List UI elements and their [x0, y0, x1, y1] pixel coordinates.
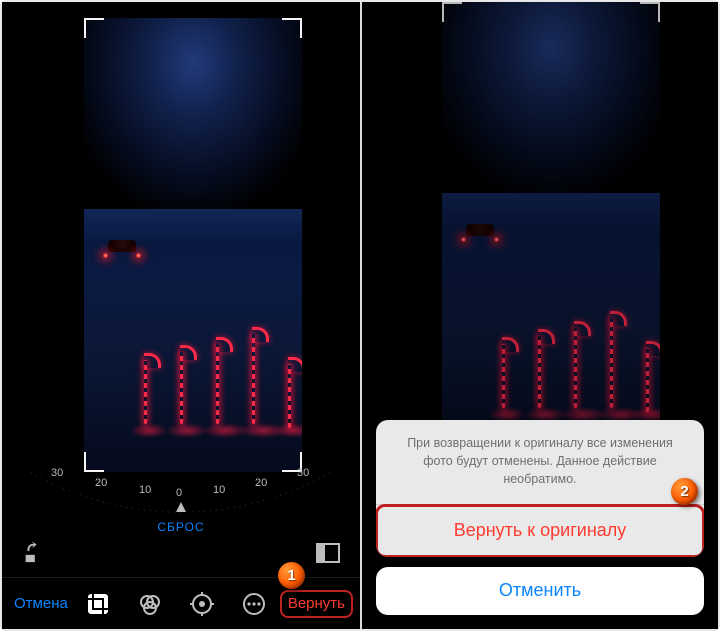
revert-to-original-button[interactable]: Вернуть к оригиналу: [378, 507, 702, 555]
rotate-icon[interactable]: [22, 542, 44, 564]
more-tool-button[interactable]: [228, 578, 280, 629]
annotation-callout-1: 1: [278, 562, 305, 589]
photo-editor-crop-screen: 30 20 10 0 10 20 30 СБРОС Отмена: [2, 2, 360, 629]
straighten-dial[interactable]: 30 20 10 0 10 20 30: [2, 462, 360, 528]
action-sheet-cancel-button[interactable]: Отменить: [376, 567, 704, 615]
done-button[interactable]: Вернуть: [280, 590, 353, 618]
aspect-icon[interactable]: [316, 542, 340, 564]
revert-action-sheet-screen: При возвращении к оригиналу все изменени…: [360, 2, 718, 629]
cancel-button[interactable]: Отмена: [12, 595, 72, 612]
action-sheet: При возвращении к оригиналу все изменени…: [376, 420, 704, 615]
dial-tick-label: 0: [176, 487, 182, 499]
editor-toolbar: Отмена Вернуть: [2, 577, 360, 629]
reset-button[interactable]: СБРОС: [157, 520, 204, 534]
crop-handle-top-left[interactable]: [84, 18, 104, 38]
annotation-callout-2: 2: [671, 478, 698, 505]
adjust-tool-button[interactable]: [176, 578, 228, 629]
dial-tick-label: 10: [139, 484, 151, 496]
dial-tick-label: 30: [297, 467, 309, 479]
dial-tick-label: 20: [255, 477, 267, 489]
dial-tick-label: 10: [213, 484, 225, 496]
action-sheet-message: При возвращении к оригиналу все изменени…: [376, 420, 704, 505]
filters-tool-button[interactable]: [124, 578, 176, 629]
dial-tick-label: 30: [51, 467, 63, 479]
crop-handle-top-right[interactable]: [282, 18, 302, 38]
crop-tool-button[interactable]: [72, 578, 124, 629]
dial-tick-label: 20: [95, 477, 107, 489]
photo-preview[interactable]: [84, 18, 302, 472]
